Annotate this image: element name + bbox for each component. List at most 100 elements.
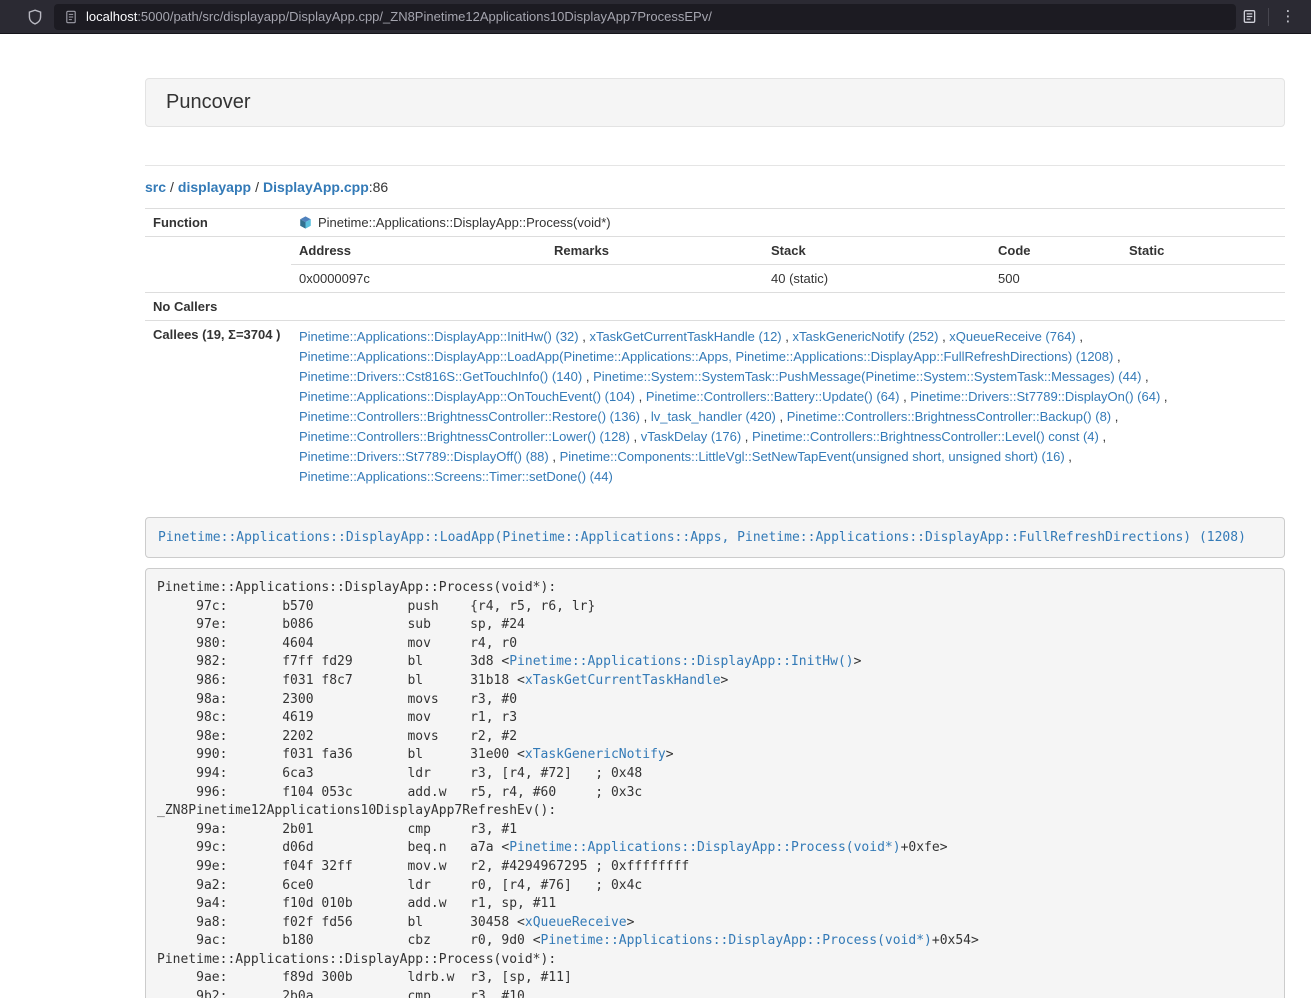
asm-line: 98a: 2300 movs r3, #0 xyxy=(157,691,1273,710)
asm-line: 98c: 4619 mov r1, r3 xyxy=(157,709,1273,728)
callee-link[interactable]: Pinetime::Controllers::Battery::Update()… xyxy=(646,389,900,404)
callee-link[interactable]: xTaskGetCurrentTaskHandle (12) xyxy=(589,329,781,344)
page-info-icon xyxy=(64,10,78,24)
callees-row: Callees (19, Σ=3704 ) Pinetime::Applicat… xyxy=(145,321,1285,494)
callee-link[interactable]: lv_task_handler (420) xyxy=(651,409,776,424)
asm-line: 9ac: b180 cbz r0, 9d0 <Pinetime::Applica… xyxy=(157,932,1273,951)
callee-link[interactable]: Pinetime::Applications::Screens::Timer::… xyxy=(299,469,613,484)
menu-button[interactable]: ⋮ xyxy=(1275,4,1301,30)
no-callers-cell xyxy=(291,293,1285,321)
asm-line: 97c: b570 push {r4, r5, r6, lr} xyxy=(157,598,1273,617)
asm-line: 99c: d06d beq.n a7a <Pinetime::Applicati… xyxy=(157,839,1273,858)
stack-value: 40 (static) xyxy=(763,265,990,293)
asm-symbol-link[interactable]: Pinetime::Applications::DisplayApp::Proc… xyxy=(541,933,932,948)
asm-symbol-link[interactable]: xTaskGetCurrentTaskHandle xyxy=(525,673,721,688)
stats-value-row: 0x0000097c 40 (static) 500 xyxy=(291,265,1285,293)
toolbar-divider xyxy=(1268,8,1269,26)
callee-link[interactable]: vTaskDelay (176) xyxy=(641,429,741,444)
column-header-code: Code xyxy=(990,237,1121,265)
column-header-remarks: Remarks xyxy=(546,237,763,265)
address-value: 0x0000097c xyxy=(291,265,546,293)
function-row: Function Pinetime::Applications::Display… xyxy=(145,209,1285,237)
no-callers-row: No Callers xyxy=(145,293,1285,321)
selected-callee-link[interactable]: Pinetime::Applications::DisplayApp::Load… xyxy=(158,530,1246,545)
asm-line: 97e: b086 sub sp, #24 xyxy=(157,616,1273,635)
static-value xyxy=(1121,265,1285,293)
function-row-label: Function xyxy=(145,209,291,237)
shield-icon xyxy=(27,9,43,25)
asm-symbol-link[interactable]: xQueueReceive xyxy=(525,915,627,930)
asm-line: 99a: 2b01 cmp r3, #1 xyxy=(157,821,1273,840)
asm-line: 996: f104 053c add.w r5, r4, #60 ; 0x3c xyxy=(157,784,1273,803)
callee-link[interactable]: Pinetime::Applications::DisplayApp::OnTo… xyxy=(299,389,635,404)
asm-line: 9b2: 2b0a cmp r3, #10 xyxy=(157,988,1273,998)
asm-line: 990: f031 fa36 bl 31e00 <xTaskGenericNot… xyxy=(157,746,1273,765)
callees-label: Callees (19, Σ=3704 ) xyxy=(145,321,291,494)
function-name: Pinetime::Applications::DisplayApp::Proc… xyxy=(318,215,611,230)
breadcrumb-line-number: :86 xyxy=(369,179,388,195)
url-path: :5000/path/src/displayapp/DisplayApp.cpp… xyxy=(137,9,712,24)
asm-line: 9a4: f10d 010b add.w r1, sp, #11 xyxy=(157,895,1273,914)
column-header-stack: Stack xyxy=(763,237,990,265)
stats-row: Address Remarks Stack Code Static 0x0000… xyxy=(145,237,1285,293)
asm-line: Pinetime::Applications::DisplayApp::Proc… xyxy=(157,579,1273,598)
breadcrumb: src/displayapp/DisplayApp.cpp:86 xyxy=(145,179,1285,195)
callee-link[interactable]: Pinetime::Applications::DisplayApp::Init… xyxy=(299,329,579,344)
callee-link[interactable]: Pinetime::Controllers::BrightnessControl… xyxy=(787,409,1111,424)
callee-link[interactable]: Pinetime::Components::LittleVgl::SetNewT… xyxy=(560,449,1065,464)
callee-link[interactable]: Pinetime::Drivers::St7789::DisplayOff() … xyxy=(299,449,549,464)
callee-link[interactable]: Pinetime::Controllers::BrightnessControl… xyxy=(752,429,1099,444)
asm-line: 986: f031 f8c7 bl 31b18 <xTaskGetCurrent… xyxy=(157,672,1273,691)
asm-line: _ZN8Pinetime12Applications10DisplayApp7R… xyxy=(157,802,1273,821)
callee-link[interactable]: Pinetime::Applications::DisplayApp::Load… xyxy=(299,349,1113,364)
asm-line: 982: f7ff fd29 bl 3d8 <Pinetime::Applica… xyxy=(157,653,1273,672)
page-header: Puncover xyxy=(145,78,1285,127)
page-title: Puncover xyxy=(166,91,251,113)
breadcrumb-link-src[interactable]: src xyxy=(145,179,166,195)
kebab-menu-icon: ⋮ xyxy=(1281,9,1296,24)
reader-mode-button[interactable] xyxy=(1236,4,1262,30)
selected-callee-box: Pinetime::Applications::DisplayApp::Load… xyxy=(145,517,1285,558)
asm-line: 994: 6ca3 ldr r3, [r4, #72] ; 0x48 xyxy=(157,765,1273,784)
function-icon xyxy=(299,216,312,229)
disassembly-block: Pinetime::Applications::DisplayApp::Proc… xyxy=(145,568,1285,998)
callee-link[interactable]: xTaskGenericNotify (252) xyxy=(793,329,939,344)
stats-table: Address Remarks Stack Code Static 0x0000… xyxy=(291,237,1285,292)
callee-link[interactable]: xQueueReceive (764) xyxy=(949,329,1075,344)
stats-row-label xyxy=(145,237,291,293)
breadcrumb-separator: / xyxy=(170,179,174,195)
column-header-address: Address xyxy=(291,237,546,265)
url-bar[interactable]: localhost:5000/path/src/displayapp/Displ… xyxy=(54,4,1236,30)
asm-symbol-link[interactable]: Pinetime::Applications::DisplayApp::Init… xyxy=(509,654,853,669)
callee-link[interactable]: Pinetime::Controllers::BrightnessControl… xyxy=(299,429,630,444)
divider xyxy=(145,165,1285,166)
callee-link[interactable]: Pinetime::Drivers::Cst816S::GetTouchInfo… xyxy=(299,369,582,384)
asm-line: 98e: 2202 movs r2, #2 xyxy=(157,728,1273,747)
callee-link[interactable]: Pinetime::Drivers::St7789::DisplayOn() (… xyxy=(910,389,1160,404)
no-callers-label: No Callers xyxy=(145,293,291,321)
asm-line: 9a2: 6ce0 ldr r0, [r4, #76] ; 0x4c xyxy=(157,877,1273,896)
column-header-static: Static xyxy=(1121,237,1285,265)
reader-mode-icon xyxy=(1242,9,1257,24)
callee-link[interactable]: Pinetime::Controllers::BrightnessControl… xyxy=(299,409,640,424)
url-host: localhost xyxy=(86,9,137,24)
callees-cell: Pinetime::Applications::DisplayApp::Init… xyxy=(291,321,1285,494)
callee-link[interactable]: Pinetime::System::SystemTask::PushMessag… xyxy=(593,369,1141,384)
breadcrumb-link-file[interactable]: DisplayApp.cpp xyxy=(263,179,369,195)
page-content: Puncover src/displayapp/DisplayApp.cpp:8… xyxy=(145,78,1285,998)
asm-symbol-link[interactable]: Pinetime::Applications::DisplayApp::Proc… xyxy=(509,840,900,855)
url-text: localhost:5000/path/src/displayapp/Displ… xyxy=(86,9,712,24)
tracking-protection-shield-icon[interactable] xyxy=(22,4,48,30)
remarks-value xyxy=(546,265,763,293)
browser-toolbar: localhost:5000/path/src/displayapp/Displ… xyxy=(0,0,1311,34)
browser-window: localhost:5000/path/src/displayapp/Displ… xyxy=(0,0,1311,998)
asm-line: 980: 4604 mov r4, r0 xyxy=(157,635,1273,654)
breadcrumb-separator: / xyxy=(255,179,259,195)
function-table: Function Pinetime::Applications::Display… xyxy=(145,208,1285,493)
asm-line: 9a8: f02f fd56 bl 30458 <xQueueReceive> xyxy=(157,914,1273,933)
asm-line: Pinetime::Applications::DisplayApp::Proc… xyxy=(157,951,1273,970)
code-value: 500 xyxy=(990,265,1121,293)
asm-symbol-link[interactable]: xTaskGenericNotify xyxy=(525,747,666,762)
asm-line: 9ae: f89d 300b ldrb.w r3, [sp, #11] xyxy=(157,969,1273,988)
breadcrumb-link-displayapp[interactable]: displayapp xyxy=(178,179,251,195)
